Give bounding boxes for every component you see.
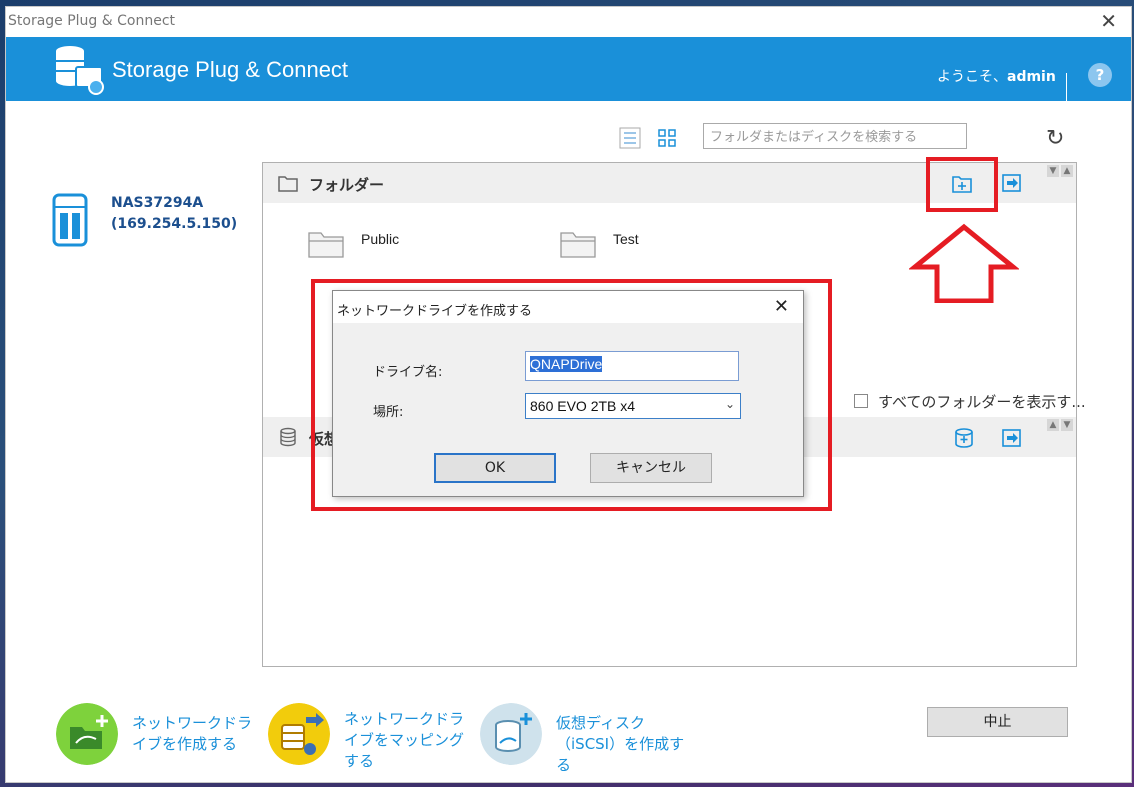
map-network-drive-icon bbox=[268, 703, 330, 765]
drive-name-label: ドライブ名: bbox=[373, 365, 443, 380]
location-select[interactable]: 860 EVO 2TB x4 ⌄ bbox=[525, 393, 741, 419]
folder-name: Public bbox=[361, 231, 400, 247]
storage-logo-icon bbox=[56, 46, 104, 95]
folder-icon bbox=[308, 232, 344, 258]
map-folder-icon[interactable] bbox=[1001, 172, 1023, 194]
show-all-folders-checkbox[interactable]: すべてのフォルダーを表示す... bbox=[854, 391, 1086, 412]
create-network-drive-label[interactable]: ネットワークドライブを作成する bbox=[132, 713, 262, 755]
collapse-disks-button[interactable]: ▲ bbox=[1047, 419, 1059, 431]
abort-button[interactable]: 中止 bbox=[927, 707, 1068, 737]
drive-name-input[interactable]: QNAPDrive bbox=[525, 351, 739, 381]
collapse-folders-button[interactable]: ▼ bbox=[1047, 165, 1059, 177]
dialog-titlebar: ネットワークドライブを作成する ✕ bbox=[333, 291, 803, 323]
location-label: 場所: bbox=[373, 405, 404, 420]
refresh-icon[interactable]: ↻ bbox=[1046, 126, 1064, 151]
app-header: Storage Plug & Connect ようこそ、admin ? bbox=[6, 37, 1131, 101]
user-name[interactable]: admin bbox=[1007, 69, 1056, 85]
welcome-greeting: ようこそ、 bbox=[937, 69, 1007, 85]
nas-device-ip: (169.254.5.150) bbox=[111, 216, 238, 232]
expand-folders-button[interactable]: ▲ bbox=[1061, 165, 1073, 177]
nas-device-name: NAS37294A bbox=[111, 195, 204, 211]
location-selected-value: 860 EVO 2TB x4 bbox=[530, 398, 636, 414]
show-all-folders-label: すべてのフォルダーを表示す... bbox=[878, 393, 1086, 411]
create-iscsi-disk-icon bbox=[480, 703, 542, 765]
drive-name-value: QNAPDrive bbox=[530, 356, 603, 372]
up-arrow-annotation-icon bbox=[909, 223, 1019, 303]
disk-section-icon bbox=[280, 427, 296, 447]
folder-icon bbox=[560, 232, 596, 258]
create-network-drive-dialog: ネットワークドライブを作成する ✕ ドライブ名: QNAPDrive 場所: 8… bbox=[332, 290, 804, 497]
expand-disks-button[interactable]: ▼ bbox=[1061, 419, 1073, 431]
create-network-drive-icon bbox=[56, 703, 118, 765]
map-network-drive-label[interactable]: ネットワークドライブをマッピングする bbox=[344, 709, 474, 772]
grid-view-icon[interactable] bbox=[656, 127, 678, 149]
map-disk-icon[interactable] bbox=[1001, 427, 1023, 449]
add-disk-icon[interactable] bbox=[953, 427, 975, 449]
dialog-close-button[interactable]: ✕ bbox=[774, 296, 789, 317]
header-separator bbox=[1066, 73, 1067, 101]
window-close-button[interactable]: ✕ bbox=[1100, 9, 1117, 33]
welcome-text: ようこそ、admin bbox=[937, 66, 1056, 86]
highlight-box bbox=[926, 157, 998, 212]
dialog-title: ネットワークドライブを作成する bbox=[337, 304, 533, 319]
search-input[interactable] bbox=[703, 123, 967, 149]
list-view-icon[interactable] bbox=[619, 127, 641, 149]
window-title: Storage Plug & Connect bbox=[8, 13, 176, 29]
folders-section-label: フォルダー bbox=[309, 176, 385, 194]
create-iscsi-disk-label[interactable]: 仮想ディスク（iSCSI）を作成する bbox=[556, 713, 686, 776]
nas-device-label: NAS37294A (169.254.5.150) bbox=[111, 193, 251, 235]
chevron-down-icon: ⌄ bbox=[724, 397, 735, 411]
cancel-button[interactable]: キャンセル bbox=[590, 453, 712, 483]
app-title: Storage Plug & Connect bbox=[112, 57, 349, 82]
folder-section-icon bbox=[278, 176, 298, 192]
window-titlebar: Storage Plug & Connect ✕ bbox=[6, 7, 1131, 37]
folder-name: Test bbox=[613, 231, 639, 247]
help-button[interactable]: ? bbox=[1088, 63, 1112, 87]
checkbox-box[interactable] bbox=[854, 394, 868, 408]
ok-button[interactable]: OK bbox=[434, 453, 556, 483]
nas-device-icon bbox=[52, 193, 88, 247]
app-window: Storage Plug & Connect ✕ Storage Plug & … bbox=[5, 6, 1132, 783]
